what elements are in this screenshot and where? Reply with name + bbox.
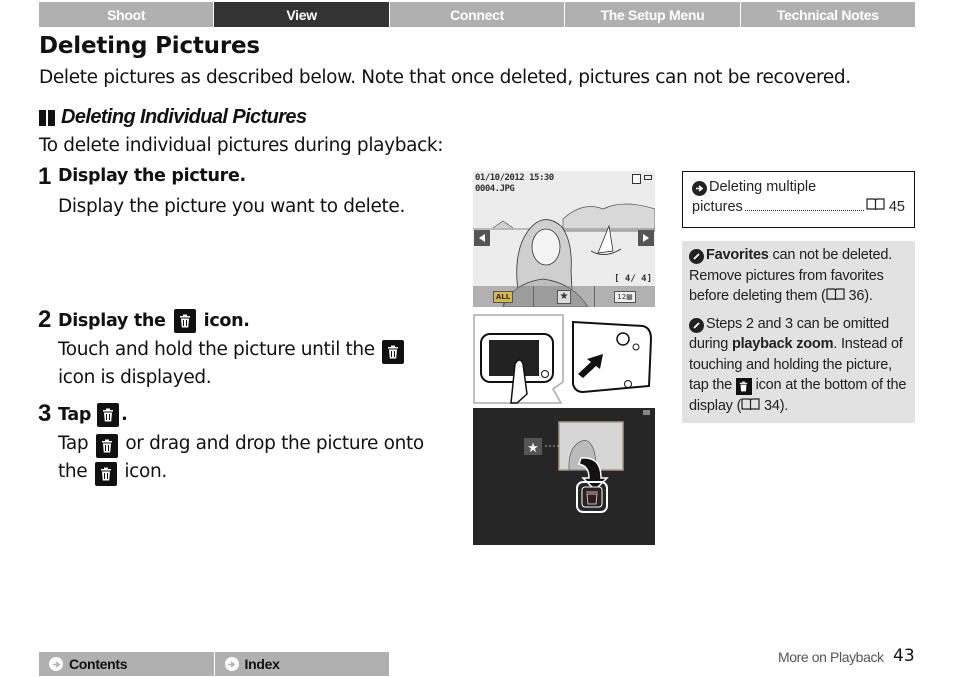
xref-text: Deleting multiple: [709, 179, 817, 195]
note-text: ).: [864, 288, 873, 304]
touch-hold-illustration: [473, 314, 655, 404]
playback-toolbar: ALL ★ 12▦: [473, 286, 655, 307]
frame-counter: [ 4/ 4]: [614, 274, 652, 284]
date-text: 01/10/2012 15:30: [475, 173, 554, 183]
trash-icon: [94, 462, 117, 486]
page-number: 43: [893, 646, 915, 666]
note-favorites: Favorites can not be deleted. Remove pic…: [689, 245, 908, 307]
step-title: Display the icon.: [58, 309, 250, 333]
note-pencil-icon: [689, 249, 704, 264]
tab-setup-menu[interactable]: The Setup Menu: [565, 2, 741, 27]
next-arrow-button[interactable]: [638, 230, 654, 246]
step-number: 2: [38, 306, 51, 333]
page-ref-link[interactable]: 36: [849, 288, 865, 304]
page-title: Deleting Pictures: [39, 33, 260, 59]
book-icon: [741, 397, 760, 410]
step-title-text: Tap: [58, 405, 92, 425]
step-number: 3: [38, 400, 51, 427]
section-heading: Deleting Individual Pictures: [39, 106, 307, 129]
tab-view[interactable]: View: [214, 2, 390, 27]
star-icon: ★: [557, 289, 571, 304]
contents-button[interactable]: Contents: [39, 652, 215, 676]
page-ref-link[interactable]: 34: [764, 398, 780, 414]
tab-connect[interactable]: Connect: [389, 2, 566, 27]
trash-icon: [97, 403, 120, 427]
desc-text: icon is displayed.: [58, 367, 212, 388]
arrow-right-icon: [49, 657, 63, 671]
protect-icon: [632, 174, 641, 184]
playback-screen-illustration: 01/10/2012 15:30 0004.JPG [ 4/ 4] ALL ★ …: [473, 171, 655, 307]
battery-icon: [644, 175, 652, 180]
arrow-right-icon: [224, 657, 239, 671]
drag-drop-drawing: ★: [524, 410, 650, 513]
step-title: Tap .: [58, 403, 128, 427]
leader-dots: [744, 199, 864, 211]
arrow-right-icon: [692, 181, 707, 196]
top-navigation: Shoot View Connect The Setup Menu Techni…: [39, 2, 916, 27]
step-title-text: icon.: [203, 311, 250, 331]
book-icon: [866, 198, 885, 211]
notes-box: Favorites can not be deleted. Remove pic…: [682, 241, 915, 423]
xref-text: pictures: [692, 199, 743, 215]
note-text: ).: [779, 397, 789, 414]
contents-label: Contents: [69, 656, 128, 672]
trash-icon: [95, 434, 118, 458]
step-description: Display the picture you want to delete.: [58, 196, 405, 217]
section-marker-icon: [39, 109, 55, 126]
desc-text: icon.: [124, 461, 167, 482]
camera-touch-drawing: [473, 314, 653, 404]
note-bold: Favorites: [706, 247, 769, 263]
step-title-text: Display the: [58, 311, 166, 331]
desc-text: Tap: [58, 433, 89, 454]
tab-shoot[interactable]: Shoot: [39, 2, 215, 27]
filename-text: 0004.JPG: [475, 184, 515, 194]
xref-page-number: 45: [888, 199, 905, 215]
step-description: Tap or drag and drop the picture onto th…: [58, 430, 458, 486]
thumbnail-grid-button[interactable]: 12▦: [595, 286, 655, 307]
index-button[interactable]: Index: [214, 652, 389, 676]
section-heading-text: Deleting Individual Pictures: [61, 106, 307, 128]
note-bold: playback zoom: [731, 336, 834, 352]
all-label: ALL: [492, 290, 514, 303]
step-description: Touch and hold the picture until the ico…: [58, 336, 458, 391]
desc-text: Touch and hold the picture until the: [58, 339, 375, 360]
favorite-button[interactable]: ★: [534, 286, 595, 307]
previous-arrow-button[interactable]: [474, 230, 490, 246]
step-title: Display the picture.: [58, 166, 246, 186]
all-folder-button[interactable]: ALL: [473, 286, 534, 307]
intro-text: Delete pictures as described below. Note…: [39, 67, 851, 88]
trash-icon: [382, 340, 405, 364]
date-time-readout: 01/10/2012 15:30 0004.JPG: [475, 173, 554, 195]
step-number: 1: [38, 163, 51, 190]
step-title-text: .: [121, 405, 128, 425]
svg-text:★: ★: [527, 441, 539, 456]
tab-technical-notes[interactable]: Technical Notes: [740, 2, 916, 27]
note-pencil-icon: [689, 317, 704, 333]
drag-to-trash-illustration: ★: [473, 408, 655, 545]
footer-section-title: More on Playback: [778, 649, 884, 665]
xref-line-2: pictures 45: [692, 197, 905, 217]
index-label: Index: [244, 656, 280, 672]
xref-line-1: Deleting multiple: [692, 177, 905, 197]
lead-text: To delete individual pictures during pla…: [39, 135, 444, 156]
book-icon: [826, 288, 845, 301]
cross-reference-link[interactable]: Deleting multiple pictures 45: [682, 171, 915, 228]
trash-icon: [735, 378, 752, 395]
bottom-navigation: Contents Index: [39, 652, 389, 676]
trash-icon: [173, 309, 196, 333]
note-playback-zoom: Steps 2 and 3 can be omitted during play…: [689, 314, 908, 417]
grid-icon: 12▦: [614, 290, 636, 303]
